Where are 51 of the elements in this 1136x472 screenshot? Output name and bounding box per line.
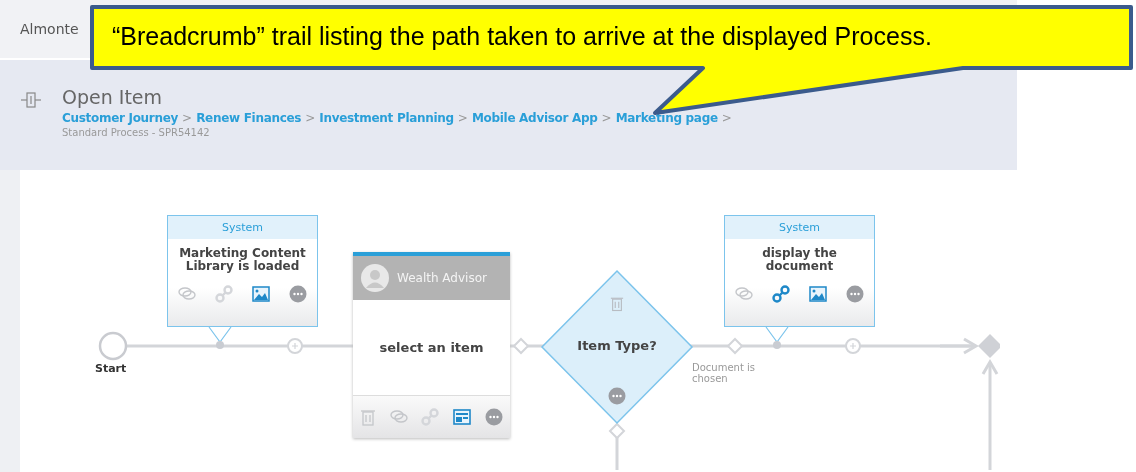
decision-gateway[interactable] bbox=[540, 269, 694, 425]
breadcrumb-separator: > bbox=[457, 111, 468, 125]
comment-icon[interactable] bbox=[389, 410, 408, 424]
user-name: Almonte bbox=[20, 21, 79, 37]
connector-point[interactable] bbox=[726, 337, 744, 355]
card-header: System bbox=[168, 216, 317, 239]
decision-label: Item Type? bbox=[576, 338, 658, 353]
breadcrumb-separator: > bbox=[601, 111, 612, 125]
comment-icon[interactable] bbox=[734, 287, 753, 301]
callout-text: “Breadcrumb” trail listing the path taken to arrive at the displayed Process. bbox=[112, 22, 932, 51]
merge-gateway bbox=[978, 334, 1000, 358]
breadcrumb-separator: > bbox=[182, 111, 193, 125]
breadcrumb-separator: > bbox=[305, 111, 316, 125]
more-icon[interactable] bbox=[485, 408, 504, 426]
breadcrumb-link[interactable]: Customer Journey bbox=[62, 111, 179, 125]
system-task-card[interactable]: System Marketing Content Library is loaded bbox=[167, 215, 318, 327]
callout-pointer bbox=[208, 326, 232, 349]
system-task-card[interactable]: System display the document bbox=[724, 215, 875, 327]
condition-label: Document is chosen bbox=[692, 362, 756, 384]
breadcrumb-separator: > bbox=[721, 111, 732, 125]
link-icon[interactable] bbox=[771, 285, 790, 303]
comment-icon[interactable] bbox=[177, 287, 196, 301]
connector-point[interactable] bbox=[512, 337, 530, 355]
start-label: Start bbox=[95, 362, 127, 375]
breadcrumb-link[interactable]: Renew Finances bbox=[196, 111, 302, 125]
role-name: Wealth Advisor bbox=[397, 271, 487, 285]
card-header: System bbox=[725, 216, 874, 239]
more-icon[interactable] bbox=[608, 387, 626, 405]
add-step-icon[interactable] bbox=[287, 338, 303, 354]
callout-pointer bbox=[765, 326, 789, 349]
start-event[interactable] bbox=[98, 331, 128, 361]
trash-icon[interactable] bbox=[610, 295, 624, 312]
process-icon bbox=[20, 91, 42, 109]
task-label: Marketing Content Library is loaded bbox=[178, 245, 307, 276]
form-icon[interactable] bbox=[453, 409, 472, 425]
more-icon[interactable] bbox=[289, 285, 308, 303]
page-title: Open Item bbox=[62, 86, 164, 108]
avatar-icon bbox=[361, 264, 389, 292]
add-step-icon[interactable] bbox=[845, 338, 861, 354]
image-icon[interactable] bbox=[809, 286, 828, 302]
breadcrumb-link[interactable]: Mobile Advisor App bbox=[471, 111, 598, 125]
user-task-card[interactable]: Wealth Advisor select an item bbox=[353, 252, 510, 438]
image-icon[interactable] bbox=[252, 286, 271, 302]
breadcrumb-link[interactable]: Marketing page bbox=[615, 111, 718, 125]
task-label: display the document bbox=[761, 245, 838, 276]
connector-point[interactable] bbox=[608, 422, 626, 440]
more-icon[interactable] bbox=[846, 285, 865, 303]
process-id: Standard Process - SPR54142 bbox=[62, 127, 211, 138]
trash-icon[interactable] bbox=[359, 408, 376, 426]
arrow bbox=[940, 337, 979, 355]
breadcrumb-link[interactable]: Investment Planning bbox=[319, 111, 454, 125]
